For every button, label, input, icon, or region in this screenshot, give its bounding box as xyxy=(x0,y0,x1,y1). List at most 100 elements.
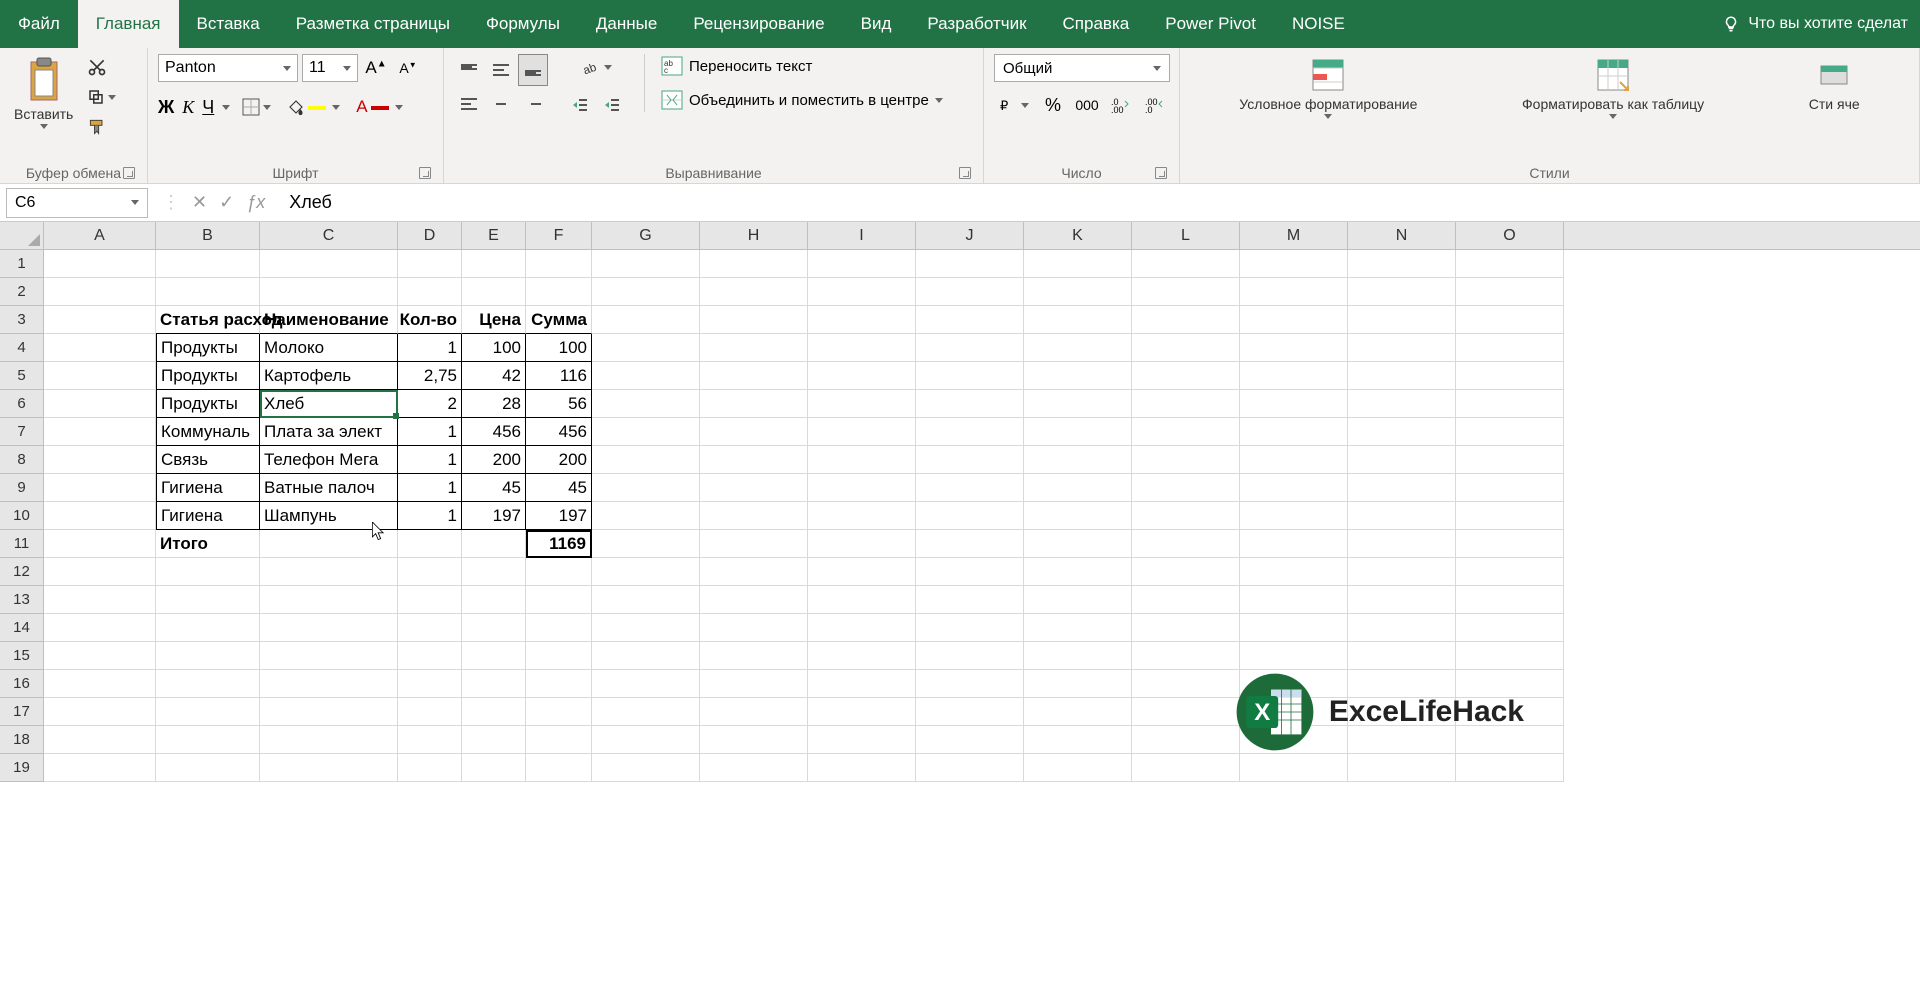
align-right-button[interactable] xyxy=(518,88,548,120)
cell[interactable] xyxy=(526,278,592,306)
col-header[interactable]: C xyxy=(260,222,398,249)
cell[interactable] xyxy=(1456,418,1564,446)
cell[interactable] xyxy=(1240,614,1348,642)
cell[interactable] xyxy=(808,362,916,390)
cell[interactable]: Кол-во xyxy=(398,306,462,334)
cell[interactable] xyxy=(526,670,592,698)
cancel-formula-button[interactable]: ✕ xyxy=(192,192,207,213)
cell[interactable] xyxy=(44,754,156,782)
cell[interactable] xyxy=(1132,390,1240,418)
cell[interactable]: 200 xyxy=(462,446,526,474)
cell[interactable] xyxy=(1348,250,1456,278)
cell[interactable] xyxy=(462,614,526,642)
cell[interactable]: Связь xyxy=(156,446,260,474)
cell[interactable] xyxy=(592,334,700,362)
orientation-button[interactable]: ab xyxy=(566,54,626,80)
tab-formulas[interactable]: Формулы xyxy=(468,0,578,48)
cell[interactable] xyxy=(916,502,1024,530)
cell[interactable] xyxy=(462,670,526,698)
cell[interactable] xyxy=(1132,642,1240,670)
cell[interactable] xyxy=(526,642,592,670)
cell[interactable] xyxy=(156,726,260,754)
cell[interactable] xyxy=(1132,334,1240,362)
cell[interactable]: Хлеб xyxy=(260,390,398,418)
cell[interactable] xyxy=(156,586,260,614)
cell[interactable]: 116 xyxy=(526,362,592,390)
cell[interactable] xyxy=(44,670,156,698)
cell[interactable] xyxy=(1132,726,1240,754)
comma-button[interactable]: 000 xyxy=(1073,92,1101,118)
conditional-formatting-button[interactable]: Условное форматирование xyxy=(1235,54,1421,121)
cell[interactable] xyxy=(1132,446,1240,474)
cell[interactable] xyxy=(260,698,398,726)
cell[interactable] xyxy=(808,502,916,530)
cell[interactable] xyxy=(1024,334,1132,362)
cell[interactable] xyxy=(1132,558,1240,586)
cell[interactable] xyxy=(260,278,398,306)
col-header[interactable]: E xyxy=(462,222,526,249)
cell[interactable] xyxy=(156,698,260,726)
cell[interactable]: Картофель xyxy=(260,362,398,390)
cell[interactable] xyxy=(398,642,462,670)
tab-insert[interactable]: Вставка xyxy=(179,0,278,48)
align-bottom-button[interactable] xyxy=(518,54,548,86)
cell[interactable] xyxy=(260,586,398,614)
cell[interactable] xyxy=(1024,250,1132,278)
cell[interactable] xyxy=(916,306,1024,334)
tab-noise[interactable]: NOISE xyxy=(1274,0,1363,48)
cell[interactable] xyxy=(700,306,808,334)
cell[interactable] xyxy=(1240,418,1348,446)
cell[interactable] xyxy=(1132,306,1240,334)
increase-decimal-button[interactable]: .0.00 xyxy=(1107,92,1135,118)
cell[interactable]: 100 xyxy=(526,334,592,362)
cell[interactable]: 197 xyxy=(462,502,526,530)
cell[interactable]: 1169 xyxy=(526,530,592,558)
cell[interactable] xyxy=(808,614,916,642)
clipboard-launcher[interactable] xyxy=(123,167,135,179)
cell[interactable] xyxy=(156,754,260,782)
cell[interactable]: 1 xyxy=(398,446,462,474)
cell[interactable] xyxy=(916,726,1024,754)
cell[interactable] xyxy=(462,250,526,278)
cell[interactable] xyxy=(1132,586,1240,614)
cell[interactable]: Продукты xyxy=(156,390,260,418)
cell[interactable] xyxy=(1348,278,1456,306)
cell[interactable] xyxy=(1240,474,1348,502)
cell[interactable] xyxy=(1348,558,1456,586)
row-header[interactable]: 16 xyxy=(0,670,44,698)
cell[interactable] xyxy=(44,446,156,474)
cell[interactable] xyxy=(44,390,156,418)
cell[interactable] xyxy=(1024,558,1132,586)
tab-file[interactable]: Файл xyxy=(0,0,78,48)
cell[interactable] xyxy=(1024,754,1132,782)
cell[interactable] xyxy=(808,642,916,670)
cell[interactable] xyxy=(916,334,1024,362)
cell[interactable]: Сумма xyxy=(526,306,592,334)
cell[interactable] xyxy=(700,334,808,362)
cell[interactable] xyxy=(916,754,1024,782)
row-header[interactable]: 8 xyxy=(0,446,44,474)
cell[interactable] xyxy=(398,698,462,726)
cell[interactable] xyxy=(1348,474,1456,502)
cell[interactable] xyxy=(1456,530,1564,558)
cell[interactable]: 2 xyxy=(398,390,462,418)
cell[interactable] xyxy=(808,586,916,614)
cell[interactable] xyxy=(700,446,808,474)
col-header[interactable]: N xyxy=(1348,222,1456,249)
col-header[interactable]: L xyxy=(1132,222,1240,249)
cell[interactable] xyxy=(1132,278,1240,306)
cell[interactable] xyxy=(1132,250,1240,278)
accept-formula-button[interactable]: ✓ xyxy=(219,192,234,213)
cell[interactable] xyxy=(1348,446,1456,474)
cell[interactable] xyxy=(1456,474,1564,502)
cell[interactable] xyxy=(808,334,916,362)
cell[interactable] xyxy=(1348,390,1456,418)
cell[interactable] xyxy=(1348,306,1456,334)
cell[interactable]: Цена xyxy=(462,306,526,334)
cell[interactable] xyxy=(808,278,916,306)
cell[interactable]: Статья расход xyxy=(156,306,260,334)
increase-indent-button[interactable] xyxy=(598,92,626,118)
cell[interactable]: 200 xyxy=(526,446,592,474)
row-header[interactable]: 7 xyxy=(0,418,44,446)
cell[interactable] xyxy=(260,670,398,698)
